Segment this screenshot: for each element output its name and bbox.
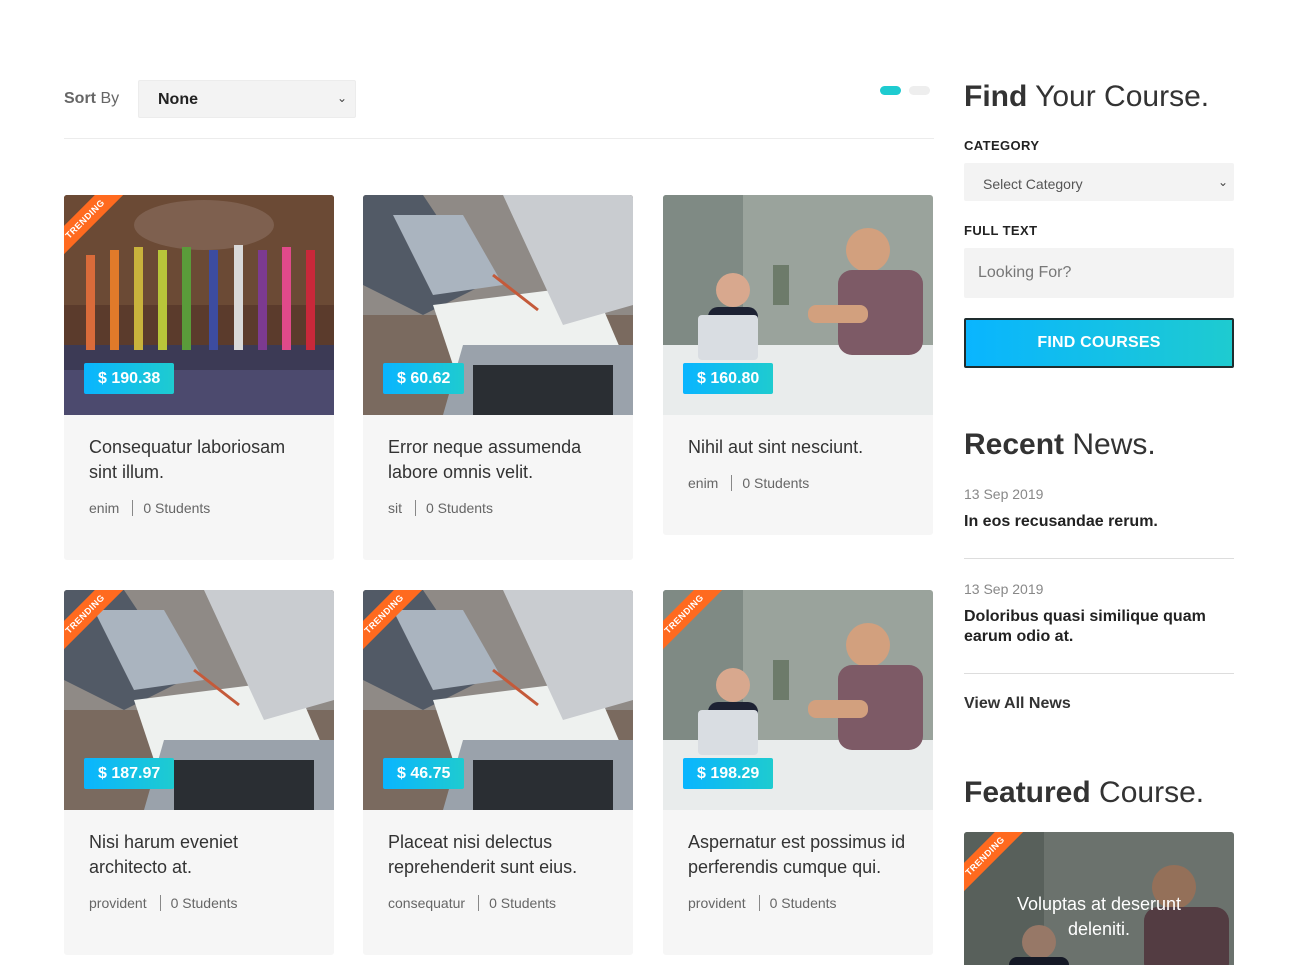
sort-select-value: None — [158, 91, 198, 108]
course-category[interactable]: enim — [688, 475, 718, 491]
course-meta: provident 0 Students — [89, 895, 309, 911]
price-badge: $ 160.80 — [683, 363, 774, 394]
meta-divider — [159, 895, 161, 911]
student-count: 0 Students — [769, 895, 837, 911]
course-image[interactable]: TRENDING $ 46.75 — [363, 590, 633, 810]
course-title[interactable]: Error neque assumenda labore omnis velit… — [388, 435, 608, 485]
news-title[interactable]: In eos recusandae rerum. — [964, 512, 1234, 532]
featured-course-title[interactable]: Voluptas at deserunt deleniti. — [984, 892, 1214, 942]
course-image[interactable]: TRENDING $ 187.97 — [64, 590, 334, 810]
meta-divider — [132, 500, 134, 516]
course-category[interactable]: sit — [388, 500, 402, 516]
course-image[interactable]: $ 60.62 — [363, 195, 633, 415]
course-card[interactable]: TRENDING $ 46.75 Placeat nisi delectus r… — [363, 590, 633, 955]
course-category[interactable]: provident — [89, 895, 147, 911]
course-image[interactable]: $ 160.80 — [663, 195, 933, 415]
course-title[interactable]: Placeat nisi delectus reprehenderit sunt… — [388, 830, 608, 880]
recent-news-heading: Recent News. — [964, 428, 1156, 461]
find-course-heading: Find Your Course. — [964, 80, 1210, 113]
course-title[interactable]: Aspernatur est possimus id perferendis c… — [688, 830, 908, 880]
course-image[interactable]: TRENDING $ 198.29 — [663, 590, 933, 810]
student-count: 0 Students — [170, 895, 238, 911]
toolbar-divider — [64, 138, 934, 139]
student-count: 0 Students — [426, 500, 493, 516]
chevron-down-icon: ⌄ — [1217, 175, 1228, 189]
student-count: 0 Students — [143, 500, 211, 516]
meta-divider — [758, 895, 760, 911]
fulltext-placeholder: Looking For? — [978, 264, 1072, 281]
price-badge: $ 46.75 — [383, 758, 465, 789]
view-toggle[interactable] — [880, 86, 930, 96]
course-card[interactable]: $ 160.80 Nihil aut sint nesciunt. enim 0 … — [663, 195, 933, 535]
category-select[interactable]: Select Category ⌄ — [964, 163, 1234, 201]
featured-course-card[interactable]: TRENDING Voluptas at deserunt deleniti. — [964, 832, 1234, 965]
chevron-down-icon: ⌄ — [336, 91, 347, 105]
category-label: CATEGORY — [964, 138, 1040, 153]
news-date: 13 Sep 2019 — [964, 581, 1044, 597]
price-badge: $ 187.97 — [84, 758, 175, 789]
course-title[interactable]: Nihil aut sint nesciunt. — [688, 435, 908, 460]
course-card[interactable]: TRENDING $ 190.38 Consequatur laboriosam… — [64, 195, 334, 560]
sort-select[interactable]: None ⌄ — [138, 80, 356, 118]
price-badge: $ 190.38 — [84, 363, 175, 394]
course-meta: sit 0 Students — [388, 500, 608, 516]
course-meta: enim 0 Students — [89, 500, 309, 516]
fulltext-input[interactable]: Looking For? — [964, 248, 1234, 298]
course-meta: provident 0 Students — [688, 895, 908, 911]
meta-divider — [415, 500, 416, 516]
student-count: 0 Students — [489, 895, 556, 911]
course-title[interactable]: Nisi harum eveniet architecto at. — [89, 830, 309, 880]
price-badge: $ 198.29 — [683, 758, 774, 789]
course-title[interactable]: Consequatur laboriosam sint illum. — [89, 435, 309, 485]
featured-course-heading: Featured Course. — [964, 776, 1205, 809]
sort-label: Sort By — [64, 90, 120, 107]
find-courses-button[interactable]: FIND COURSES — [964, 318, 1234, 368]
news-divider — [964, 558, 1234, 559]
fulltext-label: FULL TEXT — [964, 223, 1038, 238]
category-select-value: Select Category — [983, 176, 1083, 192]
news-date: 13 Sep 2019 — [964, 486, 1044, 502]
course-category[interactable]: provident — [688, 895, 746, 911]
course-image[interactable]: TRENDING $ 190.38 — [64, 195, 334, 415]
grid-view-toggle[interactable] — [880, 86, 901, 95]
view-all-news-link[interactable]: View All News — [964, 695, 1071, 713]
student-count: 0 Students — [742, 475, 810, 491]
course-meta: enim 0 Students — [688, 475, 908, 491]
listing-toolbar: Sort By None ⌄ — [64, 80, 934, 118]
news-divider — [964, 673, 1234, 674]
price-badge: $ 60.62 — [383, 363, 465, 394]
course-category[interactable]: consequatur — [388, 895, 465, 911]
list-view-toggle[interactable] — [909, 86, 930, 95]
meta-divider — [731, 475, 733, 491]
news-title[interactable]: Doloribus quasi similique quam earum odi… — [964, 607, 1234, 647]
course-category[interactable]: enim — [89, 500, 119, 516]
course-card[interactable]: TRENDING $ 198.29 Aspernatur est possimu… — [663, 590, 933, 955]
course-card[interactable]: $ 60.62 Error neque assumenda labore omn… — [363, 195, 633, 560]
meta-divider — [478, 895, 480, 911]
course-meta: consequatur 0 Students — [388, 895, 608, 911]
course-card[interactable]: TRENDING $ 187.97 Nisi harum eveniet arc… — [64, 590, 334, 955]
